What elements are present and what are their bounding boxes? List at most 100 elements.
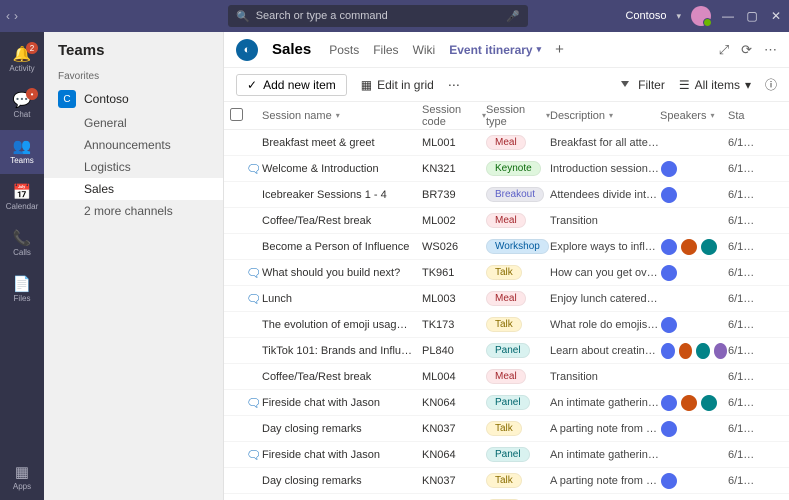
speaker-avatar — [660, 238, 678, 256]
rail-item-chat[interactable]: 💬Chat• — [0, 84, 44, 128]
rail-item-calendar[interactable]: 📅Calendar — [0, 176, 44, 220]
cell-session-code: KN064 — [422, 449, 486, 461]
org-name[interactable]: Contoso — [625, 10, 666, 22]
table-row[interactable]: Day closing remarksKN037TalkA parting no… — [224, 468, 789, 494]
cell-description: An intimate gathering… — [550, 449, 660, 461]
channel-announcements[interactable]: Announcements — [44, 134, 223, 156]
cell-description: Transition — [550, 371, 660, 383]
search-input[interactable]: 🔍 Search or type a command 🎤 — [228, 5, 528, 27]
rail-item-apps[interactable]: ▦Apps — [0, 456, 44, 500]
cell-session-code: PL840 — [422, 345, 486, 357]
chevron-down-icon[interactable]: ▾ — [676, 11, 681, 22]
channel-general[interactable]: General — [44, 112, 223, 134]
table-row[interactable]: Icebreaker Sessions 1 - 4BR739BreakoutAt… — [224, 182, 789, 208]
edit-grid-button[interactable]: ▦ Edit in grid — [361, 78, 434, 92]
cell-speakers — [660, 238, 728, 256]
cell-speakers — [660, 420, 728, 438]
user-avatar[interactable] — [691, 6, 711, 26]
table-row[interactable]: 🗨LunchML003MealEnjoy lunch catered b…6/1… — [224, 286, 789, 312]
table-row[interactable]: TikTok 101: Brands and Influe…PL840Panel… — [224, 338, 789, 364]
cell-session-name: Day closing remarks — [262, 475, 422, 487]
table-row[interactable]: 🗨What should you build next?TK961TalkHow… — [224, 260, 789, 286]
cell-session-name: Become a Person of Influence — [262, 241, 422, 253]
cell-session-type: Panel — [486, 343, 550, 358]
speaker-avatar — [660, 160, 678, 178]
tab-files[interactable]: Files — [373, 43, 398, 57]
maximize-button[interactable]: ▢ — [745, 9, 759, 23]
cell-date: 6/1… — [728, 423, 760, 435]
cell-session-code: KN321 — [422, 163, 486, 175]
col-session-type[interactable]: Session type▾ — [486, 104, 550, 128]
cell-session-name: Welcome & Introduction — [262, 163, 422, 175]
table-row[interactable]: Coffee/Tea/Rest breakML002MealTransition… — [224, 208, 789, 234]
cell-description: A parting note from t… — [550, 423, 660, 435]
add-new-item-button[interactable]: ✓ Add new item — [236, 74, 347, 96]
table-row[interactable]: Day closing remarksKN037TalkA parting no… — [224, 416, 789, 442]
list-toolbar: ✓ Add new item ▦ Edit in grid ⋯ Filter ☰… — [224, 68, 789, 102]
tab-wiki[interactable]: Wiki — [413, 43, 436, 57]
table-row[interactable]: Breakfast meet & greetML001MealBreakfast… — [224, 130, 789, 156]
close-button[interactable]: ✕ — [769, 9, 783, 23]
comment-icon[interactable]: 🗨 — [246, 266, 261, 280]
tab-event-itinerary[interactable]: Event itinerary▾ — [449, 43, 541, 57]
cell-date: 6/1… — [728, 293, 760, 305]
more-actions-button[interactable]: ⋯ — [448, 78, 460, 92]
refresh-icon[interactable]: ⟳ — [741, 42, 752, 58]
col-session-code[interactable]: Session code▾ — [422, 104, 486, 128]
info-icon[interactable]: ⓘ — [765, 76, 777, 93]
table-row[interactable]: Coffee/Tea/Rest breakML004MealTransition… — [224, 364, 789, 390]
table-row[interactable]: 🗨Happy hour & networkingNW127TalkGo fort… — [224, 494, 789, 500]
channel-logistics[interactable]: Logistics — [44, 156, 223, 178]
comment-icon[interactable]: 🗨 — [246, 396, 261, 410]
table-row[interactable]: 🗨Welcome & IntroductionKN321KeynoteIntro… — [224, 156, 789, 182]
rail-item-activity[interactable]: 🔔Activity2 — [0, 38, 44, 82]
sharepoint-icon: ◐ — [236, 39, 258, 61]
cell-speakers — [660, 472, 728, 490]
cell-speakers — [660, 264, 728, 282]
col-session-name[interactable]: Session name▾ — [262, 110, 422, 122]
channel-sales[interactable]: Sales — [44, 178, 223, 200]
nav-forward-icon[interactable]: › — [14, 9, 18, 23]
team-row[interactable]: C Contoso — [44, 86, 223, 112]
table-row[interactable]: 🗨Fireside chat with JasonKN064PanelAn in… — [224, 442, 789, 468]
minimize-button[interactable]: — — [721, 9, 735, 23]
col-start[interactable]: Sta — [728, 110, 760, 122]
more-icon[interactable]: ⋯ — [764, 42, 777, 58]
nav-back-icon[interactable]: ‹ — [6, 9, 10, 23]
cell-date: 6/1… — [728, 475, 760, 487]
expand-icon[interactable]: ⤢ — [719, 42, 729, 58]
speaker-avatar — [660, 186, 678, 204]
cell-description: An intimate gathering… — [550, 397, 660, 409]
cell-date: 6/1… — [728, 215, 760, 227]
table-row[interactable]: 🗨Fireside chat with JasonKN064PanelAn in… — [224, 390, 789, 416]
cell-speakers — [660, 342, 728, 360]
cell-description: What role do emojis … — [550, 319, 660, 331]
view-selector[interactable]: ☰ All items ▾ — [679, 78, 751, 92]
cell-session-name: Day closing remarks — [262, 423, 422, 435]
rail-item-teams[interactable]: 👥Teams — [0, 130, 44, 174]
cell-speakers — [660, 160, 728, 178]
calls-icon: 📞 — [13, 231, 32, 246]
channel-2-more-channels[interactable]: 2 more channels — [44, 200, 223, 222]
mic-icon[interactable]: 🎤 — [506, 10, 520, 23]
select-all-checkbox[interactable] — [230, 108, 243, 121]
rail-item-files[interactable]: 📄Files — [0, 268, 44, 312]
comment-icon[interactable]: 🗨 — [246, 448, 261, 462]
table-row[interactable]: The evolution of emoji usag…TK173TalkWha… — [224, 312, 789, 338]
comment-icon[interactable]: 🗨 — [246, 292, 261, 306]
filter-button[interactable]: Filter — [621, 78, 665, 92]
speaker-avatar — [660, 420, 678, 438]
rail-item-calls[interactable]: 📞Calls — [0, 222, 44, 266]
files-icon: 📄 — [13, 277, 32, 292]
cell-date: 6/1… — [728, 189, 760, 201]
cell-session-type: Meal — [486, 369, 550, 384]
table-row[interactable]: Become a Person of InfluenceWS026Worksho… — [224, 234, 789, 260]
col-speakers[interactable]: Speakers▾ — [660, 110, 728, 122]
cell-session-type: Talk — [486, 473, 550, 488]
col-description[interactable]: Description▾ — [550, 110, 660, 122]
add-tab-button[interactable]: + — [555, 41, 564, 58]
cell-date: 6/1… — [728, 163, 760, 175]
cell-session-code: KN037 — [422, 423, 486, 435]
comment-icon[interactable]: 🗨 — [246, 162, 261, 176]
tab-posts[interactable]: Posts — [329, 43, 359, 57]
